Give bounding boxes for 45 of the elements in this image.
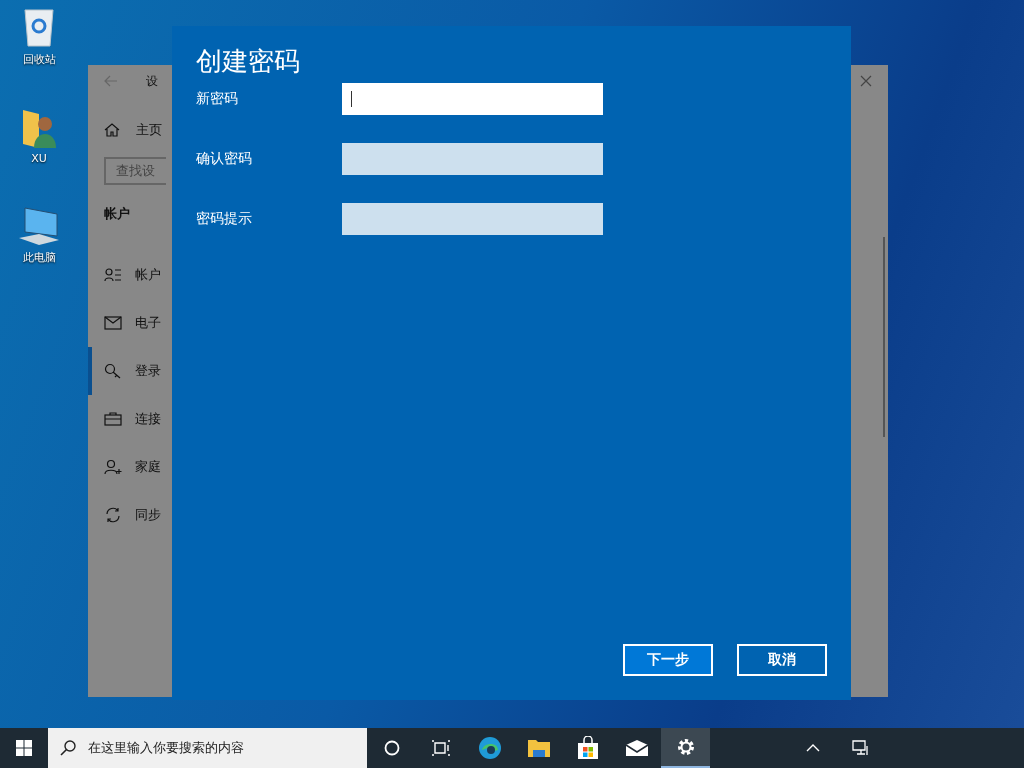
mail-icon: [104, 315, 122, 331]
sync-icon: [104, 507, 122, 523]
field-label: 新密码: [196, 90, 239, 108]
nav-item[interactable]: 帐户: [88, 251, 172, 299]
chevron-up-icon[interactable]: [806, 744, 820, 752]
desktop-icon-label[interactable]: 回收站: [22, 52, 56, 67]
field-label: 确认密码: [196, 150, 253, 168]
nav-item[interactable]: 家庭: [88, 443, 172, 491]
dialog-title: 创建密码: [196, 45, 300, 78]
recycle-bin-icon[interactable]: [22, 6, 56, 48]
next-button[interactable]: 下一步: [623, 644, 713, 676]
computer-icon[interactable]: [17, 206, 61, 246]
task-view-icon: [431, 740, 450, 756]
shopping-bag-icon: [576, 736, 599, 760]
nav-item[interactable]: 电子: [88, 299, 172, 347]
add-person-icon: [104, 459, 122, 475]
search-field[interactable]: 查找设: [104, 157, 166, 185]
settings-icon: [675, 737, 696, 757]
home-icon: [104, 123, 120, 137]
home-nav-item[interactable]: 主页: [88, 121, 174, 139]
password-field[interactable]: [342, 203, 603, 235]
account-info-icon: [104, 267, 122, 283]
envelope-icon: [624, 739, 649, 757]
network-icon[interactable]: [852, 740, 870, 756]
settings-button[interactable]: [661, 728, 710, 768]
taskbar-search-field[interactable]: 在这里输入你要搜索的内容: [48, 728, 367, 768]
desktop-icon-label[interactable]: XU: [31, 152, 47, 165]
nav-item[interactable]: 连接: [88, 395, 172, 443]
windows-logo-icon: [16, 740, 32, 756]
password-field[interactable]: [342, 143, 603, 175]
briefcase-icon: [104, 411, 122, 427]
search-icon: [60, 740, 76, 756]
field-label: 密码提示: [196, 210, 253, 228]
close-icon[interactable]: [860, 75, 872, 87]
section-heading: 帐户: [104, 205, 130, 223]
circle-icon: [383, 740, 400, 756]
scrollbar[interactable]: [883, 237, 885, 437]
window-title: 设: [146, 72, 158, 90]
desktop-icon-label[interactable]: 此电脑: [22, 250, 56, 265]
key-icon: [104, 363, 122, 379]
folder-icon: [526, 738, 551, 758]
password-field[interactable]: [342, 83, 603, 115]
nav-item[interactable]: 同步: [88, 491, 172, 539]
browser-icon: [477, 736, 502, 760]
cancel-button[interactable]: 取消: [737, 644, 827, 676]
